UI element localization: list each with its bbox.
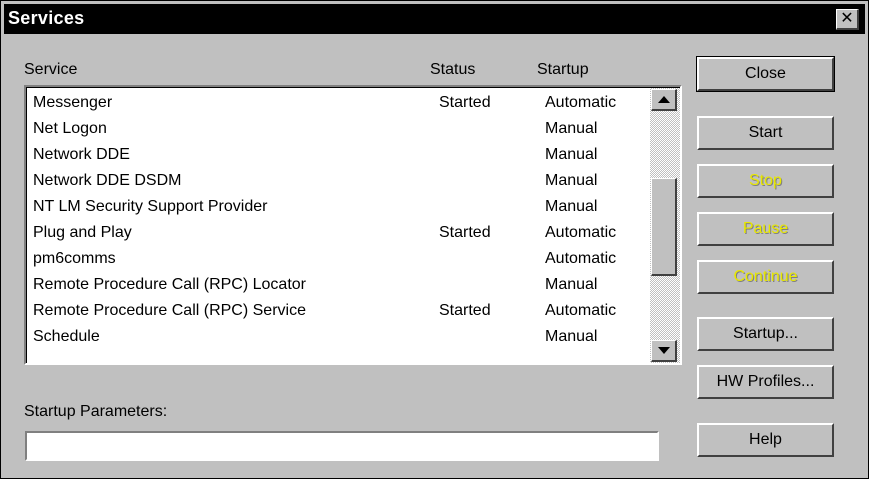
services-list[interactable]: Messenger Started Automatic Net Logon Manual… (24, 85, 682, 365)
service-row[interactable]: Remote Procedure Call (RPC) Service Start… (27, 298, 650, 324)
scroll-thumb[interactable] (651, 178, 677, 276)
service-row[interactable]: Remote Procedure Call (RPC) Locator Manua… (27, 272, 650, 298)
service-startup: Automatic (545, 250, 617, 267)
service-startup: Manual (545, 172, 598, 189)
service-startup: Manual (545, 198, 598, 215)
close-icon[interactable]: ✕ (836, 9, 859, 30)
service-row[interactable]: NT LM Security Support Provider Manual (27, 194, 650, 220)
column-header-service: Service (24, 61, 78, 78)
service-name: Network DDE (33, 146, 130, 163)
arrow-down-icon (658, 347, 670, 354)
vertical-scrollbar[interactable] (650, 88, 680, 363)
service-startup: Manual (545, 120, 598, 137)
startup-button[interactable]: Startup... (697, 317, 834, 351)
service-name: Remote Procedure Call (RPC) Locator (33, 276, 306, 293)
service-name: Network DDE DSDM (33, 172, 182, 189)
help-button[interactable]: Help (697, 423, 834, 457)
service-name: Plug and Play (33, 224, 132, 241)
column-header-startup: Startup (537, 61, 589, 78)
pause-button[interactable]: Pause (697, 212, 834, 246)
column-header-status: Status (430, 61, 476, 78)
service-name: Messenger (33, 94, 113, 111)
service-name: Schedule (33, 328, 100, 345)
service-startup: Automatic (545, 224, 617, 241)
service-name: NT LM Security Support Provider (33, 198, 268, 215)
arrow-up-icon (658, 96, 670, 103)
service-status: Started (439, 302, 491, 319)
service-row[interactable]: Network DDE Manual (27, 142, 650, 168)
service-row[interactable]: Net Logon Manual (27, 116, 650, 142)
service-name: Remote Procedure Call (RPC) Service (33, 302, 306, 319)
service-status: Started (439, 224, 491, 241)
service-name: Net Logon (33, 120, 107, 137)
service-startup: Manual (545, 276, 598, 293)
stop-button[interactable]: Stop (697, 164, 834, 198)
continue-button[interactable]: Continue (697, 260, 834, 294)
window-title: Services (8, 8, 85, 28)
service-row[interactable]: Network DDE DSDM Manual (27, 168, 650, 194)
service-name: pm6comms (33, 250, 116, 267)
service-row[interactable]: pm6comms Automatic (27, 246, 650, 272)
service-status: Started (439, 94, 491, 111)
scroll-up-button[interactable] (651, 89, 677, 111)
title-bar[interactable]: Services ✕ (4, 4, 865, 34)
startup-parameters-input[interactable] (25, 431, 659, 461)
start-button[interactable]: Start (697, 116, 834, 150)
service-row[interactable]: Messenger Started Automatic (27, 90, 650, 116)
services-dialog: Services ✕ Service Status Startup Messen… (0, 0, 869, 479)
hw-profiles-button[interactable]: HW Profiles... (697, 365, 834, 399)
service-row[interactable]: Plug and Play Started Automatic (27, 220, 650, 246)
service-startup: Automatic (545, 94, 617, 111)
scroll-down-button[interactable] (651, 340, 677, 362)
service-startup: Automatic (545, 302, 617, 319)
service-row[interactable]: Schedule Manual (27, 324, 650, 350)
startup-parameters-label: Startup Parameters: (24, 403, 168, 420)
close-button[interactable]: Close (696, 56, 835, 92)
services-list-body: Messenger Started Automatic Net Logon Manual… (26, 87, 680, 363)
service-startup: Manual (545, 146, 598, 163)
service-startup: Manual (545, 328, 598, 345)
